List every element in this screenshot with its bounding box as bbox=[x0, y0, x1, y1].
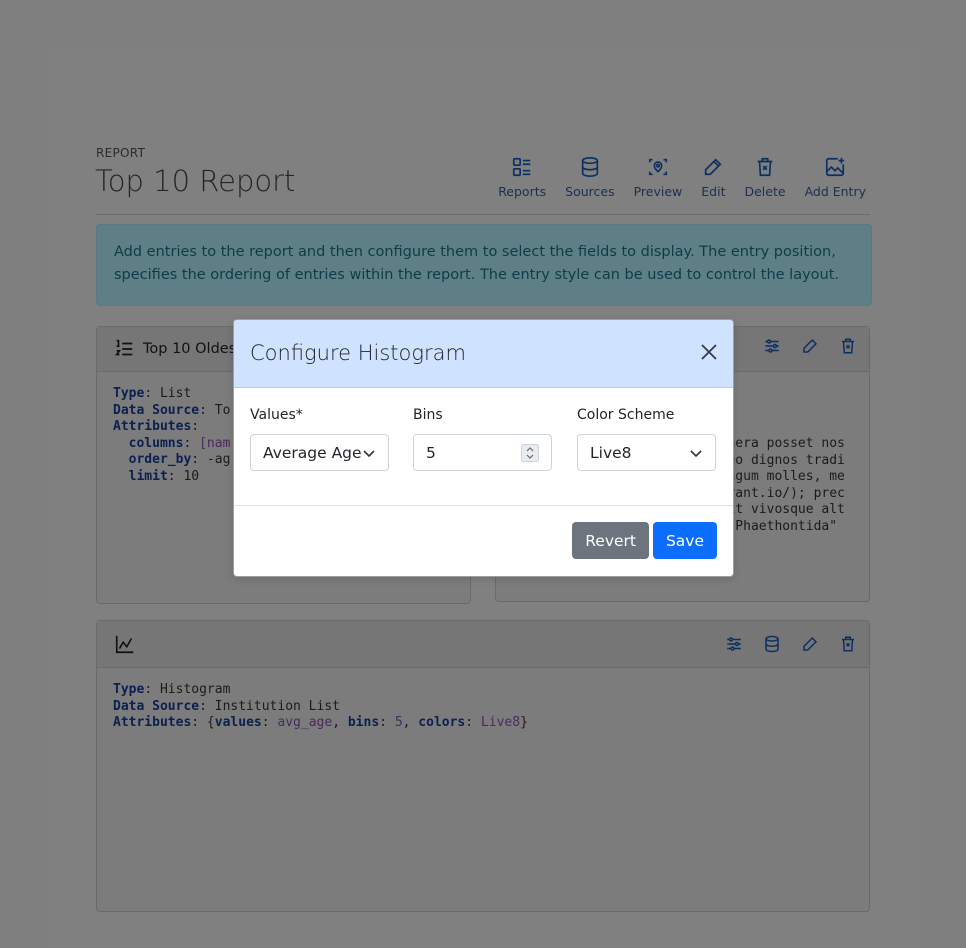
bins-value: 5 bbox=[426, 443, 436, 462]
configure-histogram-dialog: Configure Histogram Values* Average Age … bbox=[233, 319, 734, 577]
values-label: Values* bbox=[250, 407, 303, 423]
stepper-icon[interactable] bbox=[521, 444, 539, 462]
bins-input[interactable]: 5 bbox=[413, 434, 552, 471]
color-scheme-select[interactable]: Live8 bbox=[577, 434, 716, 471]
bins-label: Bins bbox=[413, 407, 443, 423]
values-field: Values* Average Age bbox=[250, 407, 389, 471]
save-button[interactable]: Save bbox=[652, 522, 717, 559]
color-scheme-selected: Live8 bbox=[590, 443, 632, 462]
values-selected: Average Age bbox=[263, 443, 362, 462]
modal-header: Configure Histogram bbox=[234, 320, 733, 388]
color-scheme-label: Color Scheme bbox=[577, 407, 675, 423]
values-select[interactable]: Average Age bbox=[250, 434, 389, 471]
color-scheme-field: Color Scheme Live8 bbox=[577, 407, 716, 471]
bins-field: Bins 5 bbox=[413, 407, 552, 471]
close-icon[interactable] bbox=[699, 342, 719, 362]
modal-title: Configure Histogram bbox=[250, 341, 466, 365]
revert-button[interactable]: Revert bbox=[572, 522, 649, 559]
modal-body: Values* Average Age Bins 5 Color Scheme … bbox=[234, 388, 733, 506]
modal-footer: Revert Save bbox=[234, 506, 733, 576]
modal-backdrop[interactable]: Configure Histogram Values* Average Age … bbox=[0, 0, 966, 894]
chevron-down-icon bbox=[690, 450, 702, 458]
chevron-down-icon bbox=[363, 450, 375, 458]
